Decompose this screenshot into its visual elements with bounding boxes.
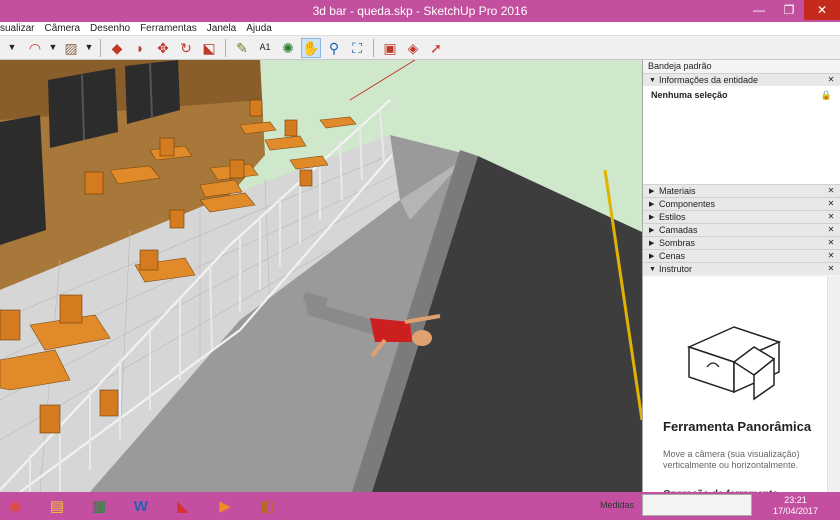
separator xyxy=(100,38,101,57)
maximize-button[interactable]: ❐ xyxy=(774,0,804,20)
menu-camera[interactable]: Câmera xyxy=(44,23,80,34)
panel-label: Instrutor xyxy=(659,264,693,274)
send-icon[interactable]: ➚ xyxy=(426,38,446,58)
3d-viewport[interactable] xyxy=(0,60,642,492)
close-panel-icon[interactable]: ✕ xyxy=(826,238,836,248)
panel-label: Materiais xyxy=(659,186,696,196)
measurements-input[interactable] xyxy=(642,494,752,516)
panel-label: Cenas xyxy=(659,251,686,261)
instructor-heading: Ferramenta Panorâmica xyxy=(663,419,812,434)
system-clock[interactable]: 23:21 17/04/2017 xyxy=(773,495,818,517)
lock-icon[interactable]: 🔒 xyxy=(821,90,832,101)
clock-time: 23:21 xyxy=(784,495,807,505)
move-icon[interactable]: ✥ xyxy=(153,38,173,58)
collapse-arrow-icon: ▼ xyxy=(649,265,656,273)
window-controls: — ❐ ✕ xyxy=(744,0,840,22)
menu-visualizar[interactable]: sualizar xyxy=(0,23,34,34)
title-bar: 3d bar - queda.skp - SketchUp Pro 2016 —… xyxy=(0,0,840,22)
scene-render xyxy=(0,60,642,492)
rotate-icon[interactable]: ↻ xyxy=(176,38,196,58)
minimize-button[interactable]: — xyxy=(744,0,774,20)
menu-desenho[interactable]: Desenho xyxy=(90,23,130,34)
panel-entity-info[interactable]: ▼ Informações da entidade ✕ xyxy=(643,73,840,86)
panel-label: Estilos xyxy=(659,212,686,222)
follow-me-icon[interactable]: ◗ xyxy=(130,38,150,58)
word-icon[interactable]: W xyxy=(126,493,156,519)
orbit-icon[interactable]: ✺ xyxy=(278,38,298,58)
panel-label: Informações da entidade xyxy=(659,75,759,85)
separator xyxy=(225,38,226,57)
close-button[interactable]: ✕ xyxy=(804,0,840,20)
paint-bucket-icon[interactable]: ▨ xyxy=(61,38,81,58)
text-icon[interactable]: A1 xyxy=(255,38,275,58)
tape-measure-icon[interactable]: ✎ xyxy=(232,38,252,58)
panel-label: Sombras xyxy=(659,238,696,248)
panel-cenas[interactable]: ▶ Cenas ✕ xyxy=(643,249,840,262)
expand-arrow-icon: ▶ xyxy=(649,188,655,195)
close-panel-icon[interactable]: ✕ xyxy=(826,225,836,235)
instructor-content: Ferramenta Panorâmica Move a câmera (sua… xyxy=(643,277,840,500)
panel-instrutor[interactable]: ▼ Instrutor ✕ xyxy=(643,262,840,275)
menu-bar: sualizar Câmera Desenho Ferramentas Jane… xyxy=(0,22,840,36)
store-icon[interactable]: ▦ xyxy=(84,493,114,519)
default-tray: Bandeja padrão ▼ Informações da entidade… xyxy=(642,60,840,500)
panel-materiais[interactable]: ▶ Materiais ✕ xyxy=(643,184,840,197)
close-panel-icon[interactable]: ✕ xyxy=(826,251,836,261)
pan-tool-illustration xyxy=(686,326,782,401)
spacer xyxy=(643,168,840,184)
instructor-description: Move a câmera (sua visualização) vertica… xyxy=(663,449,800,470)
dropdown-icon[interactable]: ▼ xyxy=(48,38,58,58)
panel-camadas[interactable]: ▶ Camadas ✕ xyxy=(643,223,840,236)
collapse-arrow-icon: ▼ xyxy=(649,76,656,84)
push-pull-icon[interactable]: ◆ xyxy=(107,38,127,58)
file-explorer-icon[interactable]: ▤ xyxy=(42,493,72,519)
separator xyxy=(373,38,374,57)
panel-componentes[interactable]: ▶ Componentes ✕ xyxy=(643,197,840,210)
chrome-icon[interactable]: ◉ xyxy=(0,493,30,519)
measurements-label: Medidas xyxy=(600,500,635,510)
menu-ajuda[interactable]: Ajuda xyxy=(246,23,272,34)
menu-janela[interactable]: Janela xyxy=(207,23,236,34)
close-panel-icon[interactable]: ✕ xyxy=(826,199,836,209)
panel-sombras[interactable]: ▶ Sombras ✕ xyxy=(643,236,840,249)
entity-selection-label: Nenhuma seleção xyxy=(651,90,728,100)
menu-ferramentas[interactable]: Ferramentas xyxy=(140,23,197,34)
close-panel-icon[interactable]: ✕ xyxy=(826,264,836,274)
layout-icon[interactable]: ◧ xyxy=(252,493,282,519)
zoom-extents-icon[interactable]: ⛶ xyxy=(347,38,367,58)
close-panel-icon[interactable]: ✕ xyxy=(826,186,836,196)
dropdown-icon[interactable]: ▼ xyxy=(84,38,94,58)
arc-icon[interactable]: ◠ xyxy=(25,38,45,58)
close-panel-icon[interactable]: ✕ xyxy=(826,75,836,85)
expand-arrow-icon: ▶ xyxy=(649,227,655,234)
panel-estilos[interactable]: ▶ Estilos ✕ xyxy=(643,210,840,223)
panel-label: Componentes xyxy=(659,199,716,209)
taskbar: ◉ ▤ ▦ W ◣ ▶ ◧ Medidas 23:21 17/04/2017 xyxy=(0,492,840,520)
dropdown-icon[interactable]: ▼ xyxy=(2,38,22,58)
close-panel-icon[interactable]: ✕ xyxy=(826,212,836,222)
zoom-icon[interactable]: ⚲ xyxy=(324,38,344,58)
toolbar: ▼ ◠ ▼ ▨ ▼ ◆ ◗ ✥ ↻ ⬕ ✎ A1 ✺ ✋ ⚲ ⛶ ▣ ◈ ➚ xyxy=(0,36,840,60)
clock-date: 17/04/2017 xyxy=(772,506,818,516)
expand-arrow-icon: ▶ xyxy=(649,240,655,247)
pan-icon[interactable]: ✋ xyxy=(301,37,321,58)
warehouse-icon[interactable]: ▣ xyxy=(380,38,400,58)
extension-icon[interactable]: ◈ xyxy=(403,38,423,58)
expand-arrow-icon: ▶ xyxy=(649,214,655,221)
scrollbar[interactable] xyxy=(827,277,840,492)
window-title: 3d bar - queda.skp - SketchUp Pro 2016 xyxy=(312,4,528,18)
media-player-icon[interactable]: ▶ xyxy=(210,493,240,519)
sketchup-icon[interactable]: ◣ xyxy=(168,493,198,519)
expand-arrow-icon: ▶ xyxy=(649,201,655,208)
tray-title: Bandeja padrão xyxy=(643,60,840,73)
panel-label: Camadas xyxy=(659,225,698,235)
entity-info-box: Nenhuma seleção 🔒 xyxy=(643,86,840,168)
scale-icon[interactable]: ⬕ xyxy=(199,38,219,58)
expand-arrow-icon: ▶ xyxy=(649,253,655,260)
